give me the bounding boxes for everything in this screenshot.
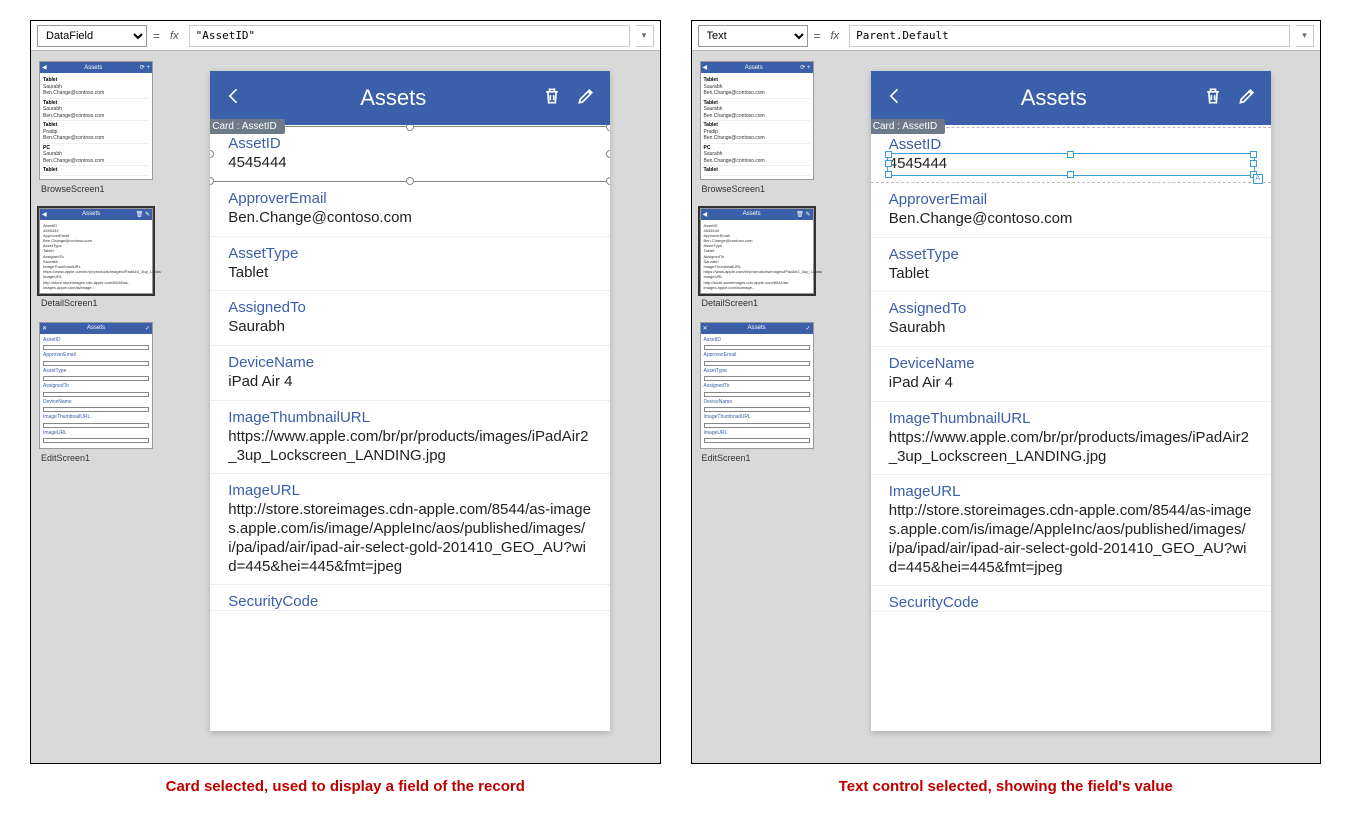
canvas[interactable]: Assets Card : AssetID AssetID 4545444	[822, 51, 1321, 763]
right-caption: Text control selected, showing the field…	[691, 778, 1322, 795]
field-value: Tablet	[889, 265, 1253, 284]
field-value-selected[interactable]: 4545444 A	[889, 155, 1253, 174]
field-label: DeviceName	[889, 355, 1253, 372]
left-panel: DataField = fx ▾ ◀Assets⟳ + TabletSaurab…	[30, 20, 661, 764]
card-securitycode[interactable]: SecurityCode	[210, 585, 610, 611]
equals-label: =	[153, 29, 160, 43]
field-value: Ben.Change@contoso.com	[228, 209, 592, 228]
card-assettype[interactable]: AssetType Tablet	[871, 238, 1271, 293]
thumb-label-detail: DetailScreen1	[41, 298, 153, 308]
field-value: https://www.apple.com/br/pr/products/ima…	[889, 429, 1253, 467]
screens-panel: ◀Assets⟳ + TabletSaurabhBen.Change@conto…	[692, 51, 822, 763]
card-imageurl[interactable]: ImageURL http://store.storeimages.cdn-ap…	[210, 474, 610, 585]
field-value: http://store.storeimages.cdn-apple.com/8…	[889, 502, 1253, 577]
device-title: Assets	[905, 85, 1203, 111]
card-assetid[interactable]: AssetID 4545444	[210, 127, 610, 182]
field-value: iPad Air 4	[228, 373, 592, 392]
canvas[interactable]: Assets Card : AssetID AssetID 4545444 Ap…	[161, 51, 660, 763]
property-select[interactable]: DataField	[37, 25, 147, 47]
field-label: AssignedTo	[889, 300, 1253, 317]
thumb-edit[interactable]: ✕Assets✓ AssetID ApproverEmail AssetType…	[700, 322, 814, 450]
text-value: 4545444	[889, 155, 947, 172]
edit-icon[interactable]	[576, 86, 596, 111]
card-assignedto[interactable]: AssignedTo Saurabh	[210, 291, 610, 346]
field-value: Saurabh	[228, 318, 592, 337]
field-value: Tablet	[228, 264, 592, 283]
fields-container: AssetID 4545444 A	[871, 125, 1271, 614]
card-approveremail[interactable]: ApproverEmail Ben.Change@contoso.com	[210, 182, 610, 237]
device-preview: Assets Card : AssetID AssetID 4545444 Ap…	[210, 71, 610, 731]
formula-expand-button[interactable]: ▾	[636, 25, 654, 47]
field-label: DeviceName	[228, 354, 592, 371]
thumb-detail[interactable]: ◀Assets🗑 ✎ AssetID4545444ApproverEmailBe…	[39, 208, 153, 294]
trash-icon[interactable]	[542, 86, 562, 111]
card-securitycode[interactable]: SecurityCode	[871, 586, 1271, 612]
field-label: AssetType	[889, 246, 1253, 263]
property-select[interactable]: Text	[698, 25, 808, 47]
back-icon[interactable]	[885, 86, 905, 111]
selection-badge: Card : AssetID	[871, 119, 945, 134]
fields-container: AssetID 4545444 ApproverEmail Ben.Change…	[210, 125, 610, 613]
field-label: AssetType	[228, 245, 592, 262]
field-value: 4545444	[228, 154, 592, 173]
card-assignedto[interactable]: AssignedTo Saurabh	[871, 292, 1271, 347]
field-label: SecurityCode	[889, 594, 1253, 611]
field-label: ImageThumbnailURL	[889, 410, 1253, 427]
thumb-label-detail: DetailScreen1	[702, 298, 814, 308]
field-label: ImageThumbnailURL	[228, 409, 592, 426]
field-label: ApproverEmail	[889, 191, 1253, 208]
card-devicename[interactable]: DeviceName iPad Air 4	[871, 347, 1271, 402]
field-value: Saurabh	[889, 319, 1253, 338]
field-label: ImageURL	[228, 482, 592, 499]
captions-row: Card selected, used to display a field o…	[30, 764, 1321, 795]
thumb-browse[interactable]: ◀Assets⟳ + TabletSaurabhBen.Change@conto…	[39, 61, 153, 180]
thumb-edit[interactable]: ✕Assets✓ AssetID ApproverEmail AssetType…	[39, 322, 153, 450]
field-label: AssetID	[228, 135, 592, 152]
field-value: Ben.Change@contoso.com	[889, 210, 1253, 229]
workspace: ◀Assets⟳ + TabletSaurabhBen.Change@conto…	[692, 51, 1321, 763]
card-imagethumbnailurl[interactable]: ImageThumbnailURL https://www.apple.com/…	[871, 402, 1271, 476]
field-label: ApproverEmail	[228, 190, 592, 207]
thumb-browse[interactable]: ◀Assets⟳ + TabletSaurabhBen.Change@conto…	[700, 61, 814, 180]
formula-bar: DataField = fx ▾	[31, 21, 660, 51]
thumb-label-browse: BrowseScreen1	[41, 184, 153, 194]
fx-label: fx	[166, 30, 183, 42]
thumb-label-edit: EditScreen1	[702, 453, 814, 463]
formula-input[interactable]	[849, 25, 1290, 47]
device-preview: Assets Card : AssetID AssetID 4545444	[871, 71, 1271, 731]
equals-label: =	[814, 29, 821, 43]
thumb-detail[interactable]: ◀Assets🗑 ✎ AssetID4545444ApproverEmailBe…	[700, 208, 814, 294]
text-indicator-icon: A	[1253, 174, 1263, 184]
workspace: ◀Assets⟳ + TabletSaurabhBen.Change@conto…	[31, 51, 660, 763]
comparison-row: DataField = fx ▾ ◀Assets⟳ + TabletSaurab…	[30, 20, 1321, 764]
trash-icon[interactable]	[1203, 86, 1223, 111]
device-title: Assets	[244, 85, 542, 111]
card-assetid[interactable]: AssetID 4545444 A	[871, 127, 1271, 183]
edit-icon[interactable]	[1237, 86, 1257, 111]
card-assettype[interactable]: AssetType Tablet	[210, 237, 610, 292]
formula-bar: Text = fx ▾	[692, 21, 1321, 51]
screens-panel: ◀Assets⟳ + TabletSaurabhBen.Change@conto…	[31, 51, 161, 763]
selection-badge: Card : AssetID	[210, 119, 284, 134]
card-approveremail[interactable]: ApproverEmail Ben.Change@contoso.com	[871, 183, 1271, 238]
formula-input[interactable]	[189, 25, 630, 47]
right-panel: Text = fx ▾ ◀Assets⟳ + TabletSaurabhBen.…	[691, 20, 1322, 764]
device-header: Assets Card : AssetID	[210, 71, 610, 125]
field-label: AssignedTo	[228, 299, 592, 316]
back-icon[interactable]	[224, 86, 244, 111]
fx-label: fx	[827, 30, 844, 42]
thumb-label-browse: BrowseScreen1	[702, 184, 814, 194]
field-value: http://store.storeimages.cdn-apple.com/8…	[228, 501, 592, 576]
card-imagethumbnailurl[interactable]: ImageThumbnailURL https://www.apple.com/…	[210, 401, 610, 475]
thumb-label-edit: EditScreen1	[41, 453, 153, 463]
left-caption: Card selected, used to display a field o…	[30, 778, 661, 795]
field-value: https://www.apple.com/br/pr/products/ima…	[228, 428, 592, 466]
card-imageurl[interactable]: ImageURL http://store.storeimages.cdn-ap…	[871, 475, 1271, 586]
formula-expand-button[interactable]: ▾	[1296, 25, 1314, 47]
field-value: iPad Air 4	[889, 374, 1253, 393]
card-devicename[interactable]: DeviceName iPad Air 4	[210, 346, 610, 401]
field-label: ImageURL	[889, 483, 1253, 500]
field-label: SecurityCode	[228, 593, 592, 610]
device-header: Assets Card : AssetID	[871, 71, 1271, 125]
